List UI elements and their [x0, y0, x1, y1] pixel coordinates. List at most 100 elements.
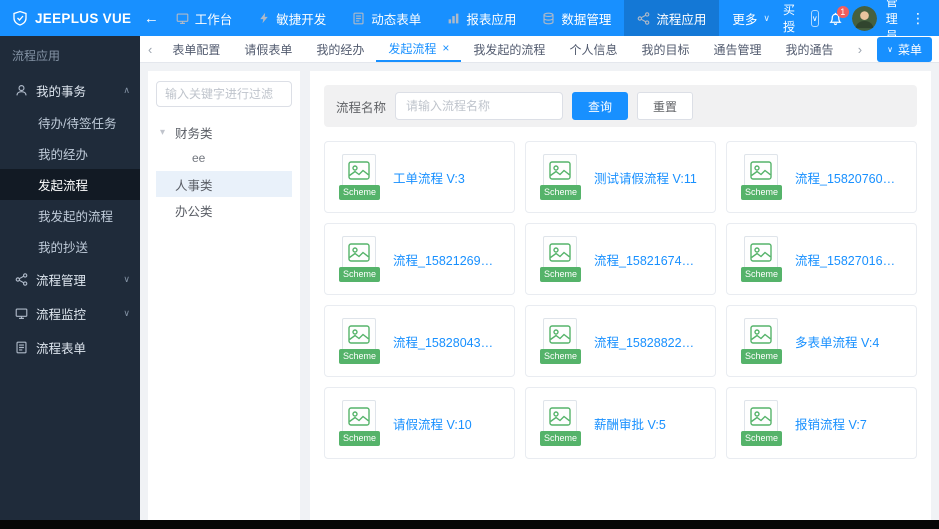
more-menu-icon[interactable]: ⋮ — [909, 10, 927, 27]
tree-filter-input[interactable] — [156, 81, 292, 107]
tree-node-hr[interactable]: 人事类 — [156, 171, 292, 197]
tab-my-notice[interactable]: 我的通告 — [773, 36, 845, 62]
nav-item-agile-dev[interactable]: 敏捷开发 — [245, 0, 339, 36]
tree-node-finance[interactable]: ▾ 财务类 — [156, 119, 292, 145]
tab-form-config[interactable]: 表单配置 — [160, 36, 232, 62]
close-icon[interactable]: × — [442, 41, 449, 55]
chevron-down-icon: ∨ — [811, 13, 818, 23]
process-card[interactable]: Scheme 报销流程 V:7 — [726, 387, 917, 459]
scheme-badge: Scheme — [339, 185, 381, 200]
process-card-grid: Scheme 工单流程 V:3 Scheme 测试请假流程 V:11 Schem… — [324, 141, 917, 459]
process-name-input[interactable] — [395, 92, 564, 120]
tab-leave-form[interactable]: 请假表单 — [232, 36, 304, 62]
process-card-link[interactable]: 流程_1582882262500 V:4 — [594, 332, 701, 351]
process-card-link[interactable]: 薪酬审批 V:5 — [594, 414, 666, 433]
tab-personal-info[interactable]: 个人信息 — [557, 36, 629, 62]
scheme-badge: Scheme — [741, 267, 783, 282]
nav-item-dynamic-form[interactable]: 动态表单 — [339, 0, 434, 36]
tabs-scroll-right[interactable]: › — [850, 42, 870, 57]
scheme-badge: Scheme — [540, 267, 582, 282]
sidebar-item-my-cc[interactable]: 我的抄送 — [0, 231, 140, 262]
tab-menu-button[interactable]: ∨ 菜单 — [877, 36, 932, 62]
process-card-link[interactable]: 流程_1582804337829 V:3 — [393, 332, 500, 351]
process-card[interactable]: Scheme 流程_1582701646757 V:1 — [726, 223, 917, 295]
bottom-strip — [0, 520, 939, 529]
process-thumbnail: Scheme — [339, 154, 381, 200]
sidebar-group-my-affairs[interactable]: 我的事务 ∧ — [0, 73, 140, 107]
topbar: JEEPLUS VUE ← 工作台 敏捷开发 动态表单 报表应用 数据管理 流程… — [0, 0, 939, 51]
nav-item-process-app[interactable]: 流程应用 — [624, 0, 720, 36]
nav-item-report-app[interactable]: 报表应用 — [434, 0, 529, 36]
content: ▾ 财务类 ee 人事类 办公类 流程名称 查询 重置 — [140, 63, 939, 529]
process-card[interactable]: Scheme 流程_1582126919921 V:3 — [324, 223, 515, 295]
sidebar-title: 流程应用 — [12, 49, 61, 63]
process-thumbnail: Scheme — [339, 318, 381, 364]
tab-my-handled[interactable]: 我的经办 — [304, 36, 376, 62]
scheme-badge: Scheme — [741, 431, 783, 446]
process-card-link[interactable]: 流程_1582076068803 V:5 — [795, 168, 902, 187]
app-logo: JEEPLUS VUE — [0, 10, 140, 26]
process-card[interactable]: Scheme 流程_1582804337829 V:3 — [324, 305, 515, 377]
sidebar: 流程应用 我的事务 ∧ 待办/待签任务 我的经办 发起流程 我发起的流程 我的抄… — [0, 36, 140, 529]
category-tree: ▾ 财务类 ee 人事类 办公类 — [156, 119, 292, 223]
process-card-link[interactable]: 工单流程 V:3 — [393, 168, 465, 187]
bar-chart-icon — [447, 12, 460, 25]
process-card[interactable]: Scheme 测试请假流程 V:11 — [525, 141, 716, 213]
nav-item-workbench[interactable]: 工作台 — [163, 0, 246, 36]
tab-my-started[interactable]: 我发起的流程 — [461, 36, 557, 62]
process-card[interactable]: Scheme 请假流程 V:10 — [324, 387, 515, 459]
process-card[interactable]: Scheme 多表单流程 V:4 — [726, 305, 917, 377]
process-card-link[interactable]: 测试请假流程 V:11 — [594, 168, 697, 187]
sidebar-submenu: 待办/待签任务 我的经办 发起流程 我发起的流程 我的抄送 — [0, 107, 140, 262]
process-card[interactable]: Scheme 工单流程 V:3 — [324, 141, 515, 213]
process-card-link[interactable]: 流程_1582701646757 V:1 — [795, 250, 902, 269]
process-card-link[interactable]: 流程_1582126919921 V:3 — [393, 250, 500, 269]
tab-start-process[interactable]: 发起流程 × — [376, 36, 462, 62]
process-card-link[interactable]: 请假流程 V:10 — [393, 414, 472, 433]
sidebar-item-todo-tasks[interactable]: 待办/待签任务 — [0, 107, 140, 138]
tab-my-goals[interactable]: 我的目标 — [629, 36, 701, 62]
process-thumbnail: Scheme — [741, 236, 783, 282]
process-thumbnail: Scheme — [540, 400, 582, 446]
license-dropdown[interactable]: ∨ — [810, 9, 819, 27]
sidebar-group-process-monitor[interactable]: 流程监控 ∨ — [0, 296, 140, 330]
image-placeholder-icon — [750, 161, 772, 180]
process-card[interactable]: Scheme 流程_1582882262500 V:4 — [525, 305, 716, 377]
tree-node-ee[interactable]: ee — [156, 145, 292, 171]
process-card[interactable]: Scheme 薪酬审批 V:5 — [525, 387, 716, 459]
sidebar-item-my-started[interactable]: 我发起的流程 — [0, 200, 140, 231]
notification-bell[interactable]: 1 — [828, 5, 849, 26]
search-button[interactable]: 查询 — [572, 92, 629, 120]
process-card[interactable]: Scheme 流程_1582167449204 V:1 — [525, 223, 716, 295]
scheme-badge: Scheme — [540, 185, 582, 200]
monitor-icon — [176, 12, 189, 25]
chevron-down-icon: ∨ — [123, 307, 130, 318]
reset-button[interactable]: 重置 — [637, 92, 694, 120]
process-card-link[interactable]: 流程_1582167449204 V:1 — [594, 250, 701, 269]
sidebar-group-process-mgmt[interactable]: 流程管理 ∨ — [0, 262, 140, 296]
sidebar-item-my-handled[interactable]: 我的经办 — [0, 138, 140, 169]
tabs-scroll-left[interactable]: ‹ — [140, 42, 160, 57]
process-card-link[interactable]: 多表单流程 V:4 — [795, 332, 879, 351]
image-placeholder-icon — [549, 243, 571, 262]
notification-badge: 1 — [836, 5, 849, 18]
share-nodes-icon — [15, 272, 28, 286]
process-thumbnail: Scheme — [741, 154, 783, 200]
tab-notice-mgmt[interactable]: 通告管理 — [701, 36, 773, 62]
sidebar-item-start-process[interactable]: 发起流程 — [0, 169, 140, 200]
nav-item-more[interactable]: 更多 ∨ — [719, 0, 783, 36]
image-placeholder-icon — [750, 407, 772, 426]
chevron-down-icon: ∨ — [887, 44, 893, 54]
tree-node-office[interactable]: 办公类 — [156, 197, 292, 223]
avatar[interactable] — [851, 5, 877, 31]
process-card[interactable]: Scheme 流程_1582076068803 V:5 — [726, 141, 917, 213]
sidebar-group-process-form[interactable]: 流程表单 — [0, 330, 140, 364]
back-button[interactable]: ← — [140, 10, 163, 27]
process-thumbnail: Scheme — [540, 318, 582, 364]
scheme-badge: Scheme — [741, 185, 783, 200]
process-card-link[interactable]: 报销流程 V:7 — [795, 414, 867, 433]
app-title: JEEPLUS VUE — [35, 10, 132, 26]
nav-item-data-mgmt[interactable]: 数据管理 — [529, 0, 624, 36]
category-tree-panel: ▾ 财务类 ee 人事类 办公类 — [148, 71, 300, 521]
caret-down-icon[interactable]: ▾ — [160, 127, 175, 138]
